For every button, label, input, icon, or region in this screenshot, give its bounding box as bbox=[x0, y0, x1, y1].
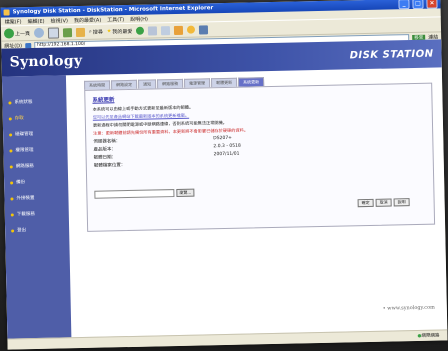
back-arrow-icon bbox=[3, 28, 15, 39]
ok-button[interactable]: 確定 bbox=[357, 198, 374, 208]
page-content: Synology DISK STATION 系統狀態 存取 磁碟管理 權限管理 … bbox=[1, 39, 448, 340]
upload-row: 瀏覽... bbox=[94, 184, 426, 199]
zone-label: 網際網路 bbox=[421, 333, 440, 339]
mail-icon[interactable] bbox=[148, 25, 158, 36]
close-button[interactable]: × bbox=[426, 0, 438, 9]
field-value: DS207+ bbox=[213, 135, 232, 142]
forward-button[interactable] bbox=[33, 27, 45, 38]
menu-help[interactable]: 說明(H) bbox=[130, 15, 148, 22]
favorites-button[interactable]: ★ 我的最愛 bbox=[107, 27, 133, 35]
bullet-icon bbox=[10, 212, 14, 216]
favorites-label: 我的最愛 bbox=[112, 28, 133, 35]
menu-edit[interactable]: 編輯(E) bbox=[27, 17, 44, 24]
sidebar: 系統狀態 存取 磁碟管理 權限管理 網路服務 備份 外接裝置 下載服務 登出 bbox=[1, 75, 72, 340]
help-button[interactable]: 說明 bbox=[393, 198, 410, 207]
tab-notification[interactable]: 通知 bbox=[138, 79, 157, 89]
field-label: 產品版本： bbox=[93, 147, 117, 153]
sidebar-item-external-devices[interactable]: 外接裝置 bbox=[4, 189, 68, 206]
history-icon[interactable] bbox=[136, 26, 145, 35]
browse-button[interactable]: 瀏覽... bbox=[176, 188, 195, 198]
stop-button[interactable] bbox=[47, 26, 60, 39]
bullet-icon bbox=[9, 132, 13, 136]
back-label: 上一頁 bbox=[14, 30, 31, 37]
sidebar-item-label: 存取 bbox=[14, 116, 24, 122]
browser-window: Synology Disk Station - DiskStation - Mi… bbox=[0, 0, 448, 350]
maximize-button[interactable]: □ bbox=[412, 0, 424, 10]
menu-view[interactable]: 檢視(V) bbox=[51, 17, 68, 24]
search-button[interactable]: ⌕ 搜尋 bbox=[89, 28, 103, 35]
bullet-icon bbox=[8, 100, 12, 104]
sidebar-item-logout[interactable]: 登出 bbox=[5, 221, 69, 238]
sidebar-item-access[interactable]: 存取 bbox=[3, 109, 67, 126]
field-label: 伺服器名稱： bbox=[93, 139, 121, 145]
action-buttons: 確定 取消 說明 bbox=[357, 198, 410, 208]
search-icon: ⌕ bbox=[88, 28, 92, 35]
back-button[interactable]: 上一頁 bbox=[3, 28, 31, 39]
minimize-button[interactable]: _ bbox=[398, 0, 410, 10]
field-label: 韌體日期： bbox=[93, 155, 117, 161]
field-value: 2007/11/01 bbox=[213, 151, 240, 158]
bullet-icon bbox=[8, 116, 12, 120]
sidebar-item-label: 下載服務 bbox=[16, 211, 35, 218]
menu-favorites[interactable]: 我的最愛(A) bbox=[74, 16, 101, 24]
website-link[interactable]: • www.synology.com bbox=[383, 305, 435, 312]
sidebar-item-system-status[interactable]: 系統狀態 bbox=[2, 93, 66, 110]
star-icon: ★ bbox=[106, 28, 112, 35]
sidebar-item-download[interactable]: 下載服務 bbox=[5, 205, 69, 222]
bullet-icon bbox=[11, 228, 15, 232]
main-area: 系統狀態 存取 磁碟管理 權限管理 網路服務 備份 外接裝置 下載服務 登出 系… bbox=[1, 67, 447, 340]
sidebar-item-label: 網路服務 bbox=[15, 163, 34, 170]
sidebar-item-label: 磁碟管理 bbox=[15, 131, 34, 138]
search-label: 搜尋 bbox=[92, 29, 103, 36]
cancel-button[interactable]: 取消 bbox=[375, 198, 392, 207]
print-icon[interactable] bbox=[161, 25, 171, 35]
field-value: 2.0.3 - 0518 bbox=[213, 143, 241, 150]
edit-icon[interactable] bbox=[174, 25, 184, 35]
refresh-button[interactable] bbox=[62, 27, 73, 37]
home-button[interactable] bbox=[75, 27, 86, 37]
bullet-icon bbox=[10, 180, 14, 184]
sidebar-item-label: 權限管理 bbox=[15, 147, 34, 154]
research-icon[interactable] bbox=[199, 24, 209, 34]
sidebar-item-label: 登出 bbox=[17, 228, 27, 234]
bullet-icon bbox=[9, 148, 13, 152]
ie-icon bbox=[3, 9, 10, 16]
settings-pane: 系統時間 網路設定 通知 網路服務 電源管理 韌體更新 系統更新 系統更新 本系… bbox=[66, 67, 447, 338]
sidebar-item-network-services[interactable]: 網路服務 bbox=[4, 157, 68, 174]
sidebar-item-privileges[interactable]: 權限管理 bbox=[3, 141, 67, 158]
menu-tools[interactable]: 工具(T) bbox=[107, 16, 124, 23]
product-name: DISK STATION bbox=[349, 48, 434, 61]
sidebar-item-label: 外接裝置 bbox=[16, 195, 35, 202]
menu-file[interactable]: 檔案(F) bbox=[5, 18, 22, 25]
bullet-icon bbox=[10, 196, 14, 200]
sidebar-item-backup[interactable]: 備份 bbox=[4, 173, 68, 190]
website-link-text: www.synology.com bbox=[387, 304, 435, 312]
sidebar-item-label: 備份 bbox=[16, 180, 26, 186]
sidebar-item-label: 系統狀態 bbox=[14, 99, 33, 106]
synology-logo: Synology bbox=[9, 52, 83, 71]
sidebar-item-disk-management[interactable]: 磁碟管理 bbox=[3, 125, 67, 142]
messenger-icon[interactable] bbox=[187, 25, 196, 34]
bullet-icon bbox=[9, 164, 13, 168]
field-label: 韌體檔案位置： bbox=[93, 163, 126, 169]
firmware-file-input[interactable] bbox=[94, 189, 175, 199]
update-panel: 系統更新 本系統可以由線上或手動方式更新至最新版本的韌體。 您可以先至產品網站下… bbox=[84, 82, 436, 232]
